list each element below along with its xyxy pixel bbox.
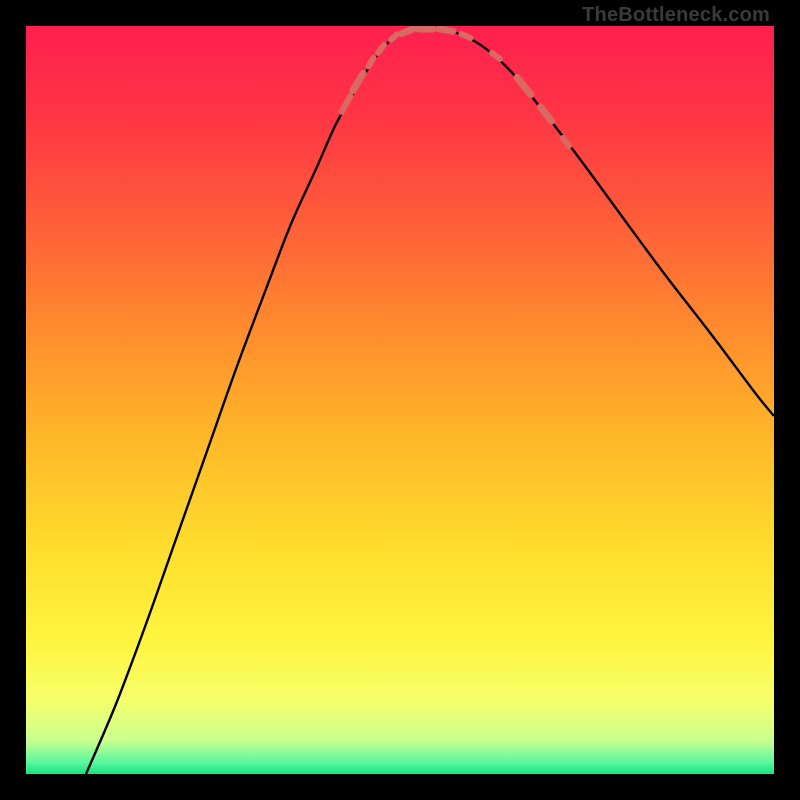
curve-marker (368, 58, 373, 67)
curve-marker (402, 28, 415, 33)
curve-marker (563, 138, 569, 146)
curve-path (86, 29, 774, 774)
plot-area (26, 26, 774, 774)
watermark-text: TheBottleneck.com (582, 4, 770, 27)
curve-marker (391, 34, 397, 39)
curve-markers (342, 28, 569, 146)
curve-marker (517, 77, 531, 94)
curve-marker (439, 29, 453, 31)
curve-marker (378, 45, 384, 53)
curve-marker (492, 53, 500, 59)
curve-marker (342, 96, 351, 112)
chart-frame: TheBottleneck.com (0, 0, 800, 800)
curve-marker (540, 107, 551, 121)
bottleneck-curve (26, 26, 774, 774)
curve-marker (461, 34, 470, 38)
curve-marker (353, 73, 363, 90)
